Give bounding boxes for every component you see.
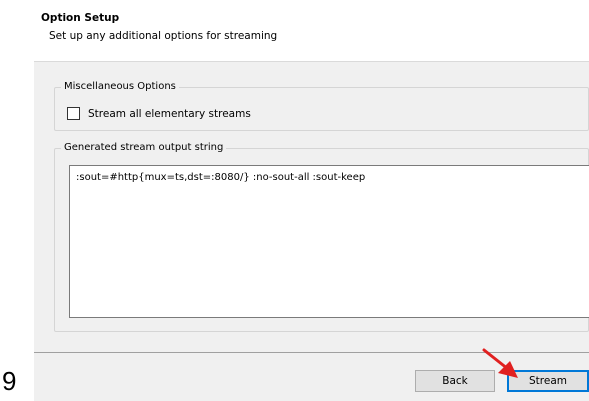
page-number: 9 [2,366,17,396]
stream-all-label[interactable]: Stream all elementary streams [88,108,251,120]
output-string-field[interactable]: :sout=#http{mux=ts,dst=:8080/} :no-sout-… [69,165,589,318]
stream-all-row[interactable]: Stream all elementary streams [67,107,251,120]
misc-options-group: Miscellaneous Options Stream all element… [54,81,589,131]
output-string-label: Generated stream output string [61,142,227,154]
option-setup-wizard: Option Setup Set up any additional optio… [34,0,589,401]
wizard-header: Option Setup Set up any additional optio… [34,0,589,62]
stream-button[interactable]: Stream [507,370,589,392]
output-string-group: Generated stream output string :sout=#ht… [54,142,589,332]
stream-all-checkbox[interactable] [67,107,80,120]
page-title: Option Setup [41,12,120,24]
page-subtitle: Set up any additional options for stream… [49,30,278,42]
back-button[interactable]: Back [415,370,495,392]
footer-divider [34,352,589,353]
misc-options-label: Miscellaneous Options [61,81,179,93]
